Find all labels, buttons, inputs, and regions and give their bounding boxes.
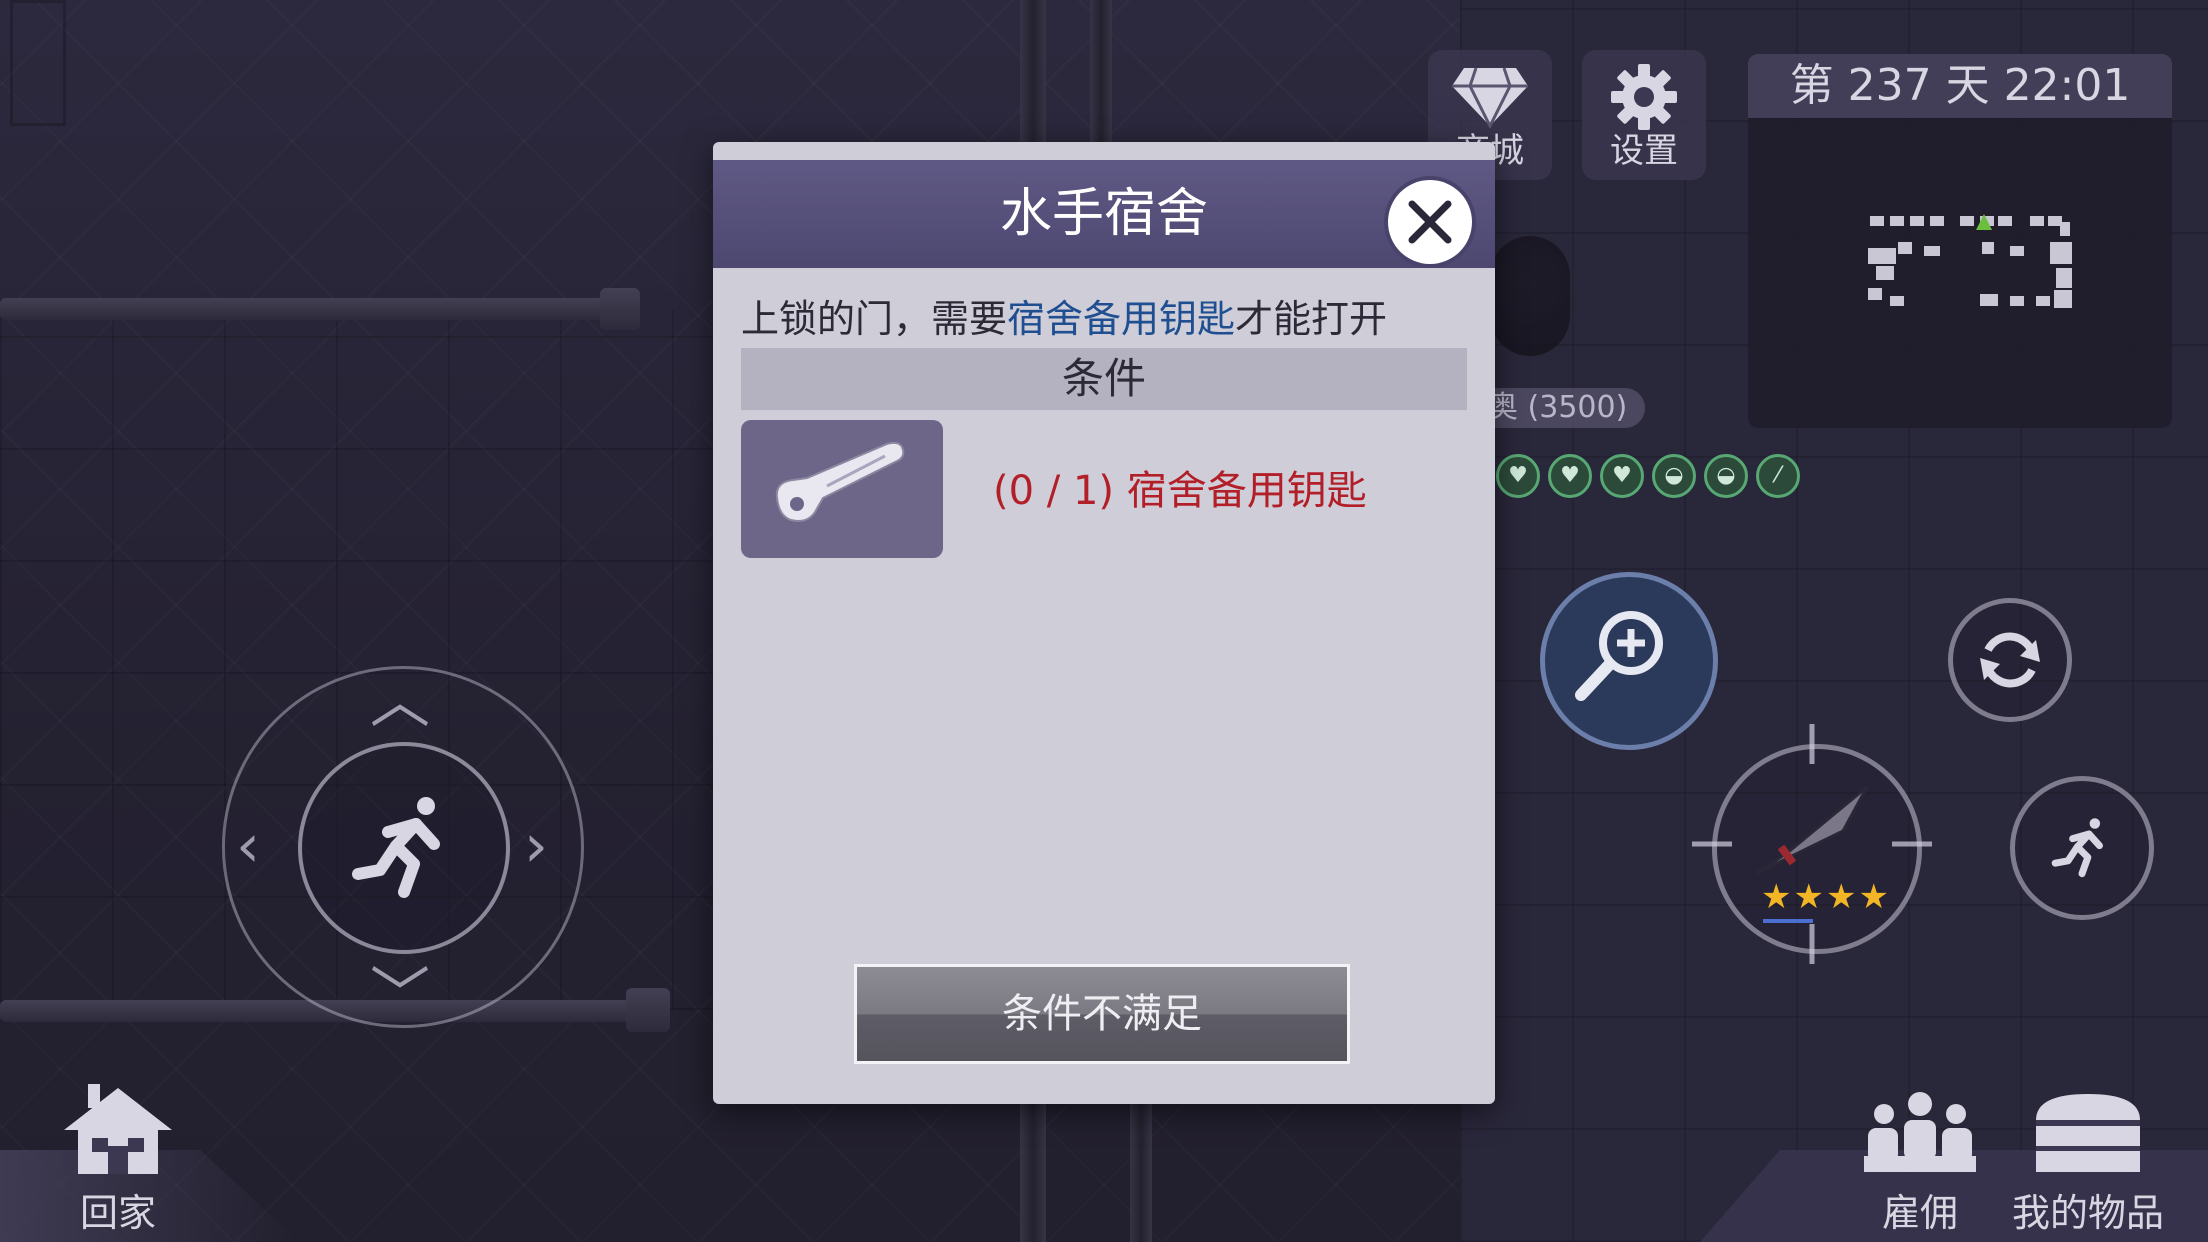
chest-icon xyxy=(2036,1094,2140,1172)
my-items-button[interactable]: 我的物品 xyxy=(2004,1090,2172,1242)
gear-icon xyxy=(1611,64,1677,130)
close-button[interactable] xyxy=(1388,180,1472,264)
desc-text: 上锁的门，需要 xyxy=(741,297,1008,341)
hire-label: 雇佣 xyxy=(1881,1191,1958,1235)
settings-button[interactable]: 设置 xyxy=(1582,50,1706,180)
desc-key-highlight: 宿舍备用钥匙 xyxy=(1007,297,1236,341)
settings-label: 设置 xyxy=(1610,131,1678,171)
joystick-knob[interactable] xyxy=(298,742,510,954)
magnifier-plus-icon xyxy=(1575,611,1663,701)
running-man-icon xyxy=(2051,818,2103,878)
heart-icon: ♥ xyxy=(1496,454,1540,498)
home-button[interactable]: 回家 xyxy=(56,1082,180,1242)
conditions-header: 条件 xyxy=(741,348,1467,410)
arrow-left-icon: ‹ xyxy=(236,811,260,881)
arrow-right-icon: › xyxy=(524,811,548,881)
sprint-button[interactable] xyxy=(2010,776,2154,920)
status-effects: ♥ ♥ ♥ ◒ ◒ ⁄ xyxy=(1496,454,1800,500)
dialog-title: 水手宿舍 xyxy=(999,184,1208,244)
arrow-down-icon: ﹀ xyxy=(370,961,430,1031)
minimap xyxy=(1868,214,2072,308)
locked-door-dialog: 水手宿舍 上锁的门，需要宿舍备用钥匙才能打开 条件 (0 / 1) 宿舍备用钥匙… xyxy=(713,142,1495,1104)
reload-button[interactable] xyxy=(1948,598,2072,722)
heart-icon: ♥ xyxy=(1600,454,1644,498)
heart-icon: ♥ xyxy=(1548,454,1592,498)
desc-text: 才能打开 xyxy=(1235,297,1388,341)
dialog-description: 上锁的门，需要宿舍备用钥匙才能打开 xyxy=(741,288,1481,343)
npc-name-tag: 奥 (3500) xyxy=(1470,388,1646,428)
reload-icon xyxy=(1980,632,2040,688)
arrow-up-icon: ︿ xyxy=(370,667,430,737)
bandage-icon: ⁄ xyxy=(1756,454,1800,498)
minimap-panel[interactable]: 第 237 天 22:01 xyxy=(1748,54,2172,428)
weapon-durability-bar xyxy=(1763,919,1813,923)
conditions-not-met-button[interactable]: 条件不满足 xyxy=(854,964,1350,1064)
dialog-header: 水手宿舍 xyxy=(713,160,1495,268)
home-label: 回家 xyxy=(79,1191,156,1235)
day-time-display: 第 237 天 22:01 xyxy=(1748,54,2172,118)
attack-button[interactable]: ★★★★ xyxy=(1692,724,1932,964)
key-icon xyxy=(775,441,905,522)
close-icon xyxy=(1408,200,1452,244)
people-icon xyxy=(1864,1092,1976,1172)
requirement-text: (0 / 1) 宿舍备用钥匙 xyxy=(993,468,1367,514)
weapon-stars: ★★★★ xyxy=(1761,877,1891,917)
house-icon xyxy=(64,1084,172,1174)
required-item-slot[interactable] xyxy=(741,420,943,558)
diamond-icon xyxy=(1452,67,1528,128)
my-items-label: 我的物品 xyxy=(2011,1191,2164,1235)
sword-icon xyxy=(1756,785,1869,875)
running-man-icon xyxy=(352,797,440,898)
hire-button[interactable]: 雇佣 xyxy=(1858,1090,1982,1242)
food-icon: ◒ xyxy=(1704,454,1748,498)
food-icon: ◒ xyxy=(1652,454,1696,498)
